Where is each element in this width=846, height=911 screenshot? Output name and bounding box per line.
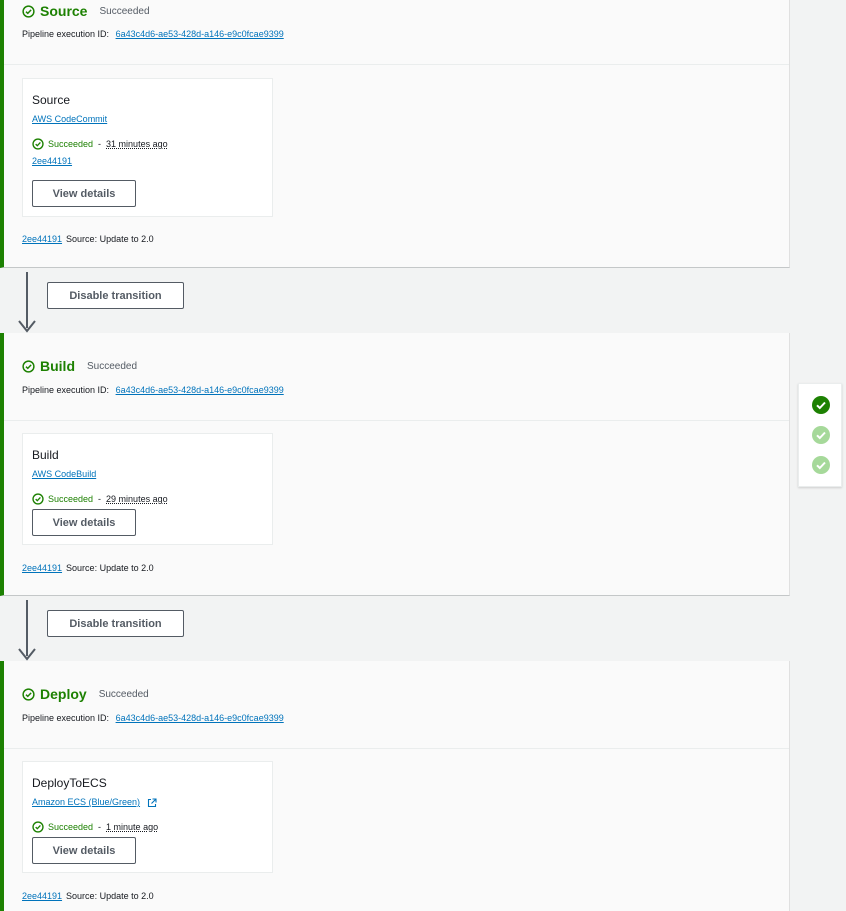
check-circle-icon [32, 138, 44, 150]
action-card-deploy: DeployToECS Amazon ECS (Blue/Green) Succ… [22, 761, 273, 873]
check-circle-icon[interactable] [812, 426, 830, 444]
action-card-source: Source AWS CodeCommit Succeeded - 31 min… [22, 78, 273, 217]
execution-id-label: Pipeline execution ID: [22, 713, 110, 723]
separator: - [98, 139, 102, 149]
check-circle-icon[interactable] [812, 456, 830, 474]
action-card-build: Build AWS CodeBuild Succeeded - 29 minut… [22, 433, 273, 545]
stage-status: Succeeded [87, 360, 138, 372]
execution-id-row: Pipeline execution ID: 6a43c4d6-ae53-428… [22, 385, 284, 395]
view-details-button[interactable]: View details [32, 837, 136, 864]
separator: - [98, 822, 102, 832]
check-circle-icon[interactable] [812, 396, 830, 414]
stage-footer: 2ee44191 Source: Update to 2.0 [22, 563, 154, 573]
stage-source: Source Succeeded Pipeline execution ID: … [0, 0, 790, 268]
action-status-text: Succeeded [48, 139, 94, 149]
action-name: DeployToECS [32, 776, 107, 790]
separator: - [98, 494, 102, 504]
stage-title-row: Deploy Succeeded [22, 685, 149, 703]
check-circle-icon [32, 493, 44, 505]
action-status: Succeeded - 1 minute ago [32, 821, 158, 833]
commit-message: Source: Update to 2.0 [66, 234, 154, 244]
disable-transition-button[interactable]: Disable transition [47, 282, 184, 309]
check-circle-icon [22, 687, 35, 701]
disable-transition-button[interactable]: Disable transition [47, 610, 184, 637]
stage-header: Build Succeeded Pipeline execution ID: 6… [4, 333, 789, 421]
stage-deploy: Deploy Succeeded Pipeline execution ID: … [0, 661, 790, 911]
stage-name: Source [40, 3, 88, 19]
action-time[interactable]: 31 minutes ago [106, 139, 168, 149]
action-revision-link[interactable]: 2ee44191 [32, 156, 72, 166]
check-circle-icon [22, 4, 35, 18]
execution-id-row: Pipeline execution ID: 6a43c4d6-ae53-428… [22, 713, 284, 723]
commit-link[interactable]: 2ee44191 [22, 891, 62, 901]
stage-header: Deploy Succeeded Pipeline execution ID: … [4, 661, 789, 749]
action-time[interactable]: 1 minute ago [106, 822, 158, 832]
action-status: Succeeded - 31 minutes ago [32, 138, 168, 150]
stage-title-row: Source Succeeded [22, 2, 150, 20]
pipeline-view: Source Succeeded Pipeline execution ID: … [0, 0, 790, 911]
execution-id-link[interactable]: 6a43c4d6-ae53-428d-a146-e9c0fcae9399 [116, 385, 284, 395]
stage-header: Source Succeeded Pipeline execution ID: … [4, 0, 789, 65]
commit-link[interactable]: 2ee44191 [22, 563, 62, 573]
stage-name: Deploy [40, 686, 87, 702]
view-details-button[interactable]: View details [32, 509, 136, 536]
action-provider-link[interactable]: Amazon ECS (Blue/Green) [32, 797, 140, 807]
action-provider-link[interactable]: AWS CodeCommit [32, 114, 107, 124]
stage-footer: 2ee44191 Source: Update to 2.0 [22, 891, 154, 901]
commit-message: Source: Update to 2.0 [66, 563, 154, 573]
action-status-text: Succeeded [48, 822, 94, 832]
commit-message: Source: Update to 2.0 [66, 891, 154, 901]
action-provider: Amazon ECS (Blue/Green) [32, 797, 157, 808]
transition-source-build: Disable transition [0, 268, 790, 334]
stage-status: Succeeded [98, 688, 149, 700]
execution-id-link[interactable]: 6a43c4d6-ae53-428d-a146-e9c0fcae9399 [116, 29, 284, 39]
stage-title-row: Build Succeeded [22, 357, 137, 375]
stage-name: Build [40, 358, 75, 374]
stage-build: Build Succeeded Pipeline execution ID: 6… [0, 333, 790, 596]
action-name: Build [32, 448, 59, 462]
transition-build-deploy: Disable transition [0, 596, 790, 662]
stage-footer: 2ee44191 Source: Update to 2.0 [22, 234, 154, 244]
action-time[interactable]: 29 minutes ago [106, 494, 168, 504]
action-provider-link[interactable]: AWS CodeBuild [32, 469, 96, 479]
execution-id-row: Pipeline execution ID: 6a43c4d6-ae53-428… [22, 29, 284, 39]
commit-link[interactable]: 2ee44191 [22, 234, 62, 244]
check-circle-icon [32, 821, 44, 833]
view-details-button[interactable]: View details [32, 180, 136, 207]
check-circle-icon [22, 359, 35, 373]
action-name: Source [32, 93, 71, 107]
stage-navigator [798, 383, 842, 487]
execution-id-label: Pipeline execution ID: [22, 385, 110, 395]
stage-status: Succeeded [99, 5, 150, 17]
execution-id-label: Pipeline execution ID: [22, 29, 110, 39]
action-status: Succeeded - 29 minutes ago [32, 493, 168, 505]
action-status-text: Succeeded [48, 494, 94, 504]
execution-id-link[interactable]: 6a43c4d6-ae53-428d-a146-e9c0fcae9399 [116, 713, 284, 723]
external-link-icon[interactable] [147, 798, 157, 808]
